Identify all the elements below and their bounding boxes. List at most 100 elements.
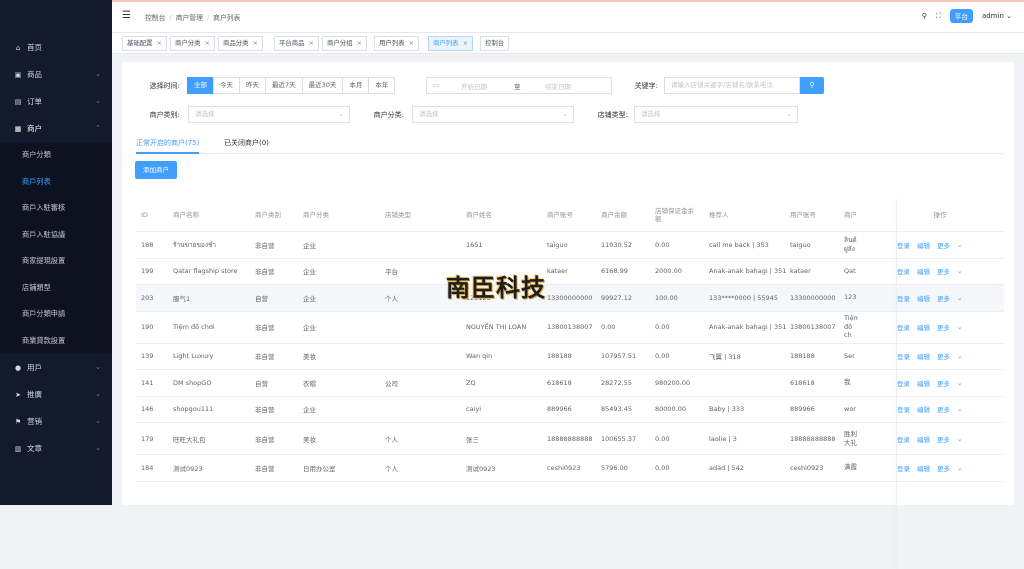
edit-link[interactable]: 编辑 bbox=[917, 378, 930, 388]
close-icon[interactable]: × bbox=[253, 39, 258, 47]
sidebar-subitem[interactable]: 商戶入駐審核 bbox=[0, 195, 112, 222]
edit-link[interactable]: 编辑 bbox=[917, 240, 930, 250]
table-cell: 自营 bbox=[255, 294, 268, 303]
breadcrumb-item[interactable]: 商户管理 bbox=[176, 14, 203, 22]
more-link[interactable]: 更多 bbox=[937, 404, 950, 414]
close-icon[interactable]: × bbox=[409, 39, 414, 47]
sidebar-item[interactable]: ⌂ 首页 bbox=[0, 34, 112, 61]
more-link[interactable]: 更多 bbox=[937, 434, 950, 444]
table-cell: 18888888888 bbox=[547, 434, 593, 443]
sidebar-item[interactable]: ▥ 文章 ⌄ bbox=[0, 435, 112, 462]
table-cell: 980200.00 bbox=[655, 378, 691, 387]
tab-open-merchants[interactable]: 正常开启的商户(75) bbox=[136, 138, 200, 154]
more-link[interactable]: 更多 bbox=[937, 322, 950, 332]
table-cell: kataer bbox=[547, 267, 568, 276]
table-cell: 非自营 bbox=[255, 268, 275, 277]
tag-item[interactable]: 用户列表 × bbox=[374, 36, 419, 51]
merchant-type-select[interactable]: 请选择 ⌄ bbox=[188, 106, 350, 123]
tag-item[interactable]: 商户分类 × bbox=[170, 36, 215, 51]
edit-link[interactable]: 编辑 bbox=[917, 463, 930, 473]
user-menu[interactable]: admin ⌄ bbox=[982, 12, 1012, 20]
more-link[interactable]: 更多 bbox=[937, 378, 950, 388]
more-link[interactable]: 更多 bbox=[937, 266, 950, 276]
store-type-select[interactable]: 请选择 ⌄ bbox=[634, 106, 798, 123]
close-icon[interactable]: × bbox=[463, 39, 468, 47]
time-option-button[interactable]: 本月 bbox=[342, 77, 370, 94]
login-link[interactable]: 登录 bbox=[897, 351, 910, 361]
close-icon[interactable]: × bbox=[157, 39, 162, 47]
login-link[interactable]: 登录 bbox=[897, 378, 910, 388]
table-cell: ลินด์ ฝูลัง bbox=[844, 235, 857, 253]
close-icon[interactable]: × bbox=[309, 39, 314, 47]
more-link[interactable]: 更多 bbox=[937, 293, 950, 303]
table-cell: 我 bbox=[844, 378, 851, 387]
column-header: ID bbox=[141, 210, 148, 219]
time-option-button[interactable]: 最近7天 bbox=[265, 77, 303, 94]
time-option-button[interactable]: 昨天 bbox=[239, 77, 266, 94]
sidebar-item-label: 首页 bbox=[27, 43, 42, 52]
edit-link[interactable]: 编辑 bbox=[917, 434, 930, 444]
chevron-down-icon: ⌄ bbox=[957, 352, 963, 361]
tag-item[interactable]: 基础配置 × bbox=[122, 36, 167, 51]
table-cell: 企业 bbox=[303, 324, 316, 332]
time-option-button[interactable]: 全部 bbox=[187, 77, 214, 94]
sidebar-subitem[interactable]: 商戶入駐協議 bbox=[0, 222, 112, 249]
breadcrumb-item[interactable]: 控制台 bbox=[145, 14, 165, 22]
login-link[interactable]: 登录 bbox=[897, 240, 910, 250]
login-link[interactable]: 登录 bbox=[897, 322, 910, 332]
login-link[interactable]: 登录 bbox=[897, 434, 910, 444]
chevron-down-icon: ⌄ bbox=[786, 110, 792, 118]
sidebar-subitem[interactable]: 商戶分類申請 bbox=[0, 301, 112, 328]
close-icon[interactable]: × bbox=[357, 39, 362, 47]
sidebar-item-label: 商户 bbox=[27, 124, 42, 133]
sidebar-subitem[interactable]: 商家提現設置 bbox=[0, 248, 112, 275]
search-button[interactable]: ⚲ bbox=[800, 77, 824, 94]
keyword-input[interactable]: 请输入店铺关键字/店铺名/联系电话 bbox=[664, 77, 800, 94]
tag-item[interactable]: 商户分组 × bbox=[322, 36, 367, 51]
sidebar-item[interactable]: ➤ 推廣 ⌄ bbox=[0, 381, 112, 408]
tag-item[interactable]: 商品分类 × bbox=[218, 36, 263, 51]
edit-link[interactable]: 编辑 bbox=[917, 404, 930, 414]
sidebar-item[interactable]: ● 用戶 ⌄ bbox=[0, 354, 112, 381]
time-option-button[interactable]: 最近30天 bbox=[301, 77, 344, 94]
tag-item[interactable]: 控制台 bbox=[480, 36, 510, 51]
merchant-category-select[interactable]: 请选择 ⌄ bbox=[412, 106, 574, 123]
sidebar-subitem[interactable]: 店鋪類型 bbox=[0, 275, 112, 302]
sidebar-subitem[interactable]: 商業貸款設置 bbox=[0, 328, 112, 355]
sidebar-item[interactable]: ▤ 订单 ⌄ bbox=[0, 88, 112, 115]
chevron-down-icon: ⌄ bbox=[957, 267, 963, 276]
more-link[interactable]: 更多 bbox=[937, 351, 950, 361]
edit-link[interactable]: 编辑 bbox=[917, 266, 930, 276]
time-option-button[interactable]: 今天 bbox=[213, 77, 240, 94]
tag-item[interactable]: 平台商品 × bbox=[274, 36, 319, 51]
main-panel: 选择时间: 全部 今天 昨天 最近7天 最近30天 本月 本年 ▭ 开始日期 至 结束日期 … bbox=[122, 62, 1014, 569]
edit-link[interactable]: 编辑 bbox=[917, 322, 930, 332]
login-link[interactable]: 登录 bbox=[897, 404, 910, 414]
fullscreen-icon[interactable]: ⛶ bbox=[936, 12, 941, 21]
login-link[interactable]: 登录 bbox=[897, 463, 910, 473]
search-icon[interactable]: ⚲ bbox=[922, 12, 927, 20]
date-range-picker[interactable]: ▭ 开始日期 至 结束日期 bbox=[426, 77, 612, 94]
edit-link[interactable]: 编辑 bbox=[917, 293, 930, 303]
time-option-button[interactable]: 本年 bbox=[368, 77, 396, 94]
add-merchant-button[interactable]: 添加商户 bbox=[135, 161, 177, 179]
chevron-down-icon: ⌄ bbox=[957, 405, 963, 414]
platform-badge[interactable]: 平台 bbox=[949, 9, 973, 23]
table-cell: 99927.12 bbox=[601, 293, 633, 302]
more-link[interactable]: 更多 bbox=[937, 463, 950, 473]
sidebar-item[interactable]: ▣ 商品 ⌄ bbox=[0, 61, 112, 88]
close-icon[interactable]: × bbox=[205, 39, 210, 47]
more-link[interactable]: 更多 bbox=[937, 240, 950, 250]
sidebar-subitem[interactable]: 商戶列表 bbox=[0, 169, 112, 196]
edit-link[interactable]: 编辑 bbox=[917, 351, 930, 361]
table-cell: 自营 bbox=[255, 379, 268, 388]
login-link[interactable]: 登录 bbox=[897, 293, 910, 303]
sidebar-item[interactable]: ▦ 商户 ⌃ bbox=[0, 115, 112, 142]
table-cell: 个人 bbox=[385, 435, 398, 444]
tag-item[interactable]: 商户列表 × bbox=[428, 36, 473, 51]
tab-closed-merchants[interactable]: 已关闭商户(0) bbox=[224, 138, 269, 154]
login-link[interactable]: 登录 bbox=[897, 266, 910, 276]
menu-toggle-icon[interactable]: ☰ bbox=[122, 10, 131, 21]
sidebar-subitem[interactable]: 商户分類 bbox=[0, 142, 112, 169]
sidebar-item[interactable]: ⚑ 营销 ⌄ bbox=[0, 408, 112, 435]
